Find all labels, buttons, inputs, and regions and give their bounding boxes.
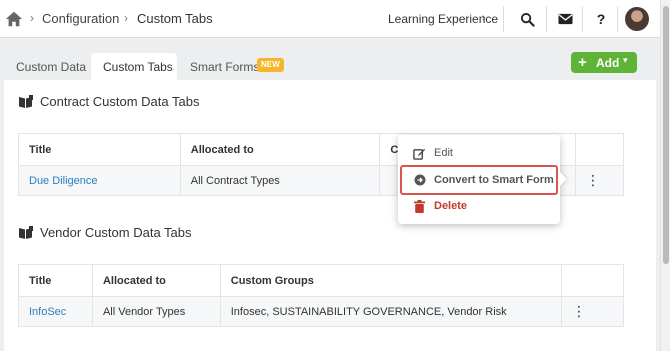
menu-item-delete[interactable]: Delete xyxy=(398,194,560,218)
tab-custom-tabs[interactable]: Custom Tabs xyxy=(91,53,177,80)
tab-title-link[interactable]: InfoSec xyxy=(29,306,66,318)
trash-icon xyxy=(413,199,426,213)
divider xyxy=(582,6,583,32)
add-button[interactable]: + Add ▾ xyxy=(571,52,637,73)
row-actions-kebab-icon[interactable]: ⋮ xyxy=(575,165,624,196)
menu-item-label: Edit xyxy=(434,147,453,159)
scrollbar[interactable] xyxy=(660,0,670,351)
search-icon[interactable] xyxy=(517,9,537,29)
tab-label: Custom Data xyxy=(16,60,87,74)
column-allocated-to: Allocated to xyxy=(91,264,221,297)
vendor-section-heading: Vendor Custom Data Tabs xyxy=(18,225,192,240)
scrollbar-thumb[interactable] xyxy=(663,6,669,264)
breadcrumb-separator-icon: › xyxy=(124,11,128,25)
column-title: Title xyxy=(18,133,181,166)
caret-down-icon: ▾ xyxy=(623,55,628,65)
add-button-label: Add xyxy=(596,56,620,70)
page-title: Custom Tabs xyxy=(137,11,213,26)
breadcrumb-separator-icon: › xyxy=(30,11,34,25)
book-icon xyxy=(19,225,33,239)
row-actions-kebab-icon[interactable]: ⋮ xyxy=(561,296,624,327)
column-title: Title xyxy=(18,264,93,297)
menu-item-edit[interactable]: Edit xyxy=(398,141,560,165)
avatar[interactable] xyxy=(625,7,649,31)
home-icon[interactable] xyxy=(5,10,23,28)
edit-icon xyxy=(413,147,426,160)
divider xyxy=(617,6,618,32)
top-bar: › Configuration › Custom Tabs Learning E… xyxy=(0,0,660,38)
help-icon[interactable]: ? xyxy=(591,9,611,29)
table-row: InfoSec All Vendor Types Infosec, SUSTAI… xyxy=(18,296,624,327)
mail-icon[interactable] xyxy=(555,9,575,29)
tab-label: Custom Tabs xyxy=(103,60,173,74)
contract-section-title: Contract Custom Data Tabs xyxy=(40,94,200,109)
column-actions xyxy=(575,133,624,166)
menu-pointer xyxy=(560,172,567,186)
breadcrumb-configuration[interactable]: Configuration xyxy=(42,11,119,26)
chevron-right-icon: › xyxy=(482,12,486,24)
highlight-box xyxy=(400,165,558,195)
divider xyxy=(503,6,504,32)
vendor-section-title: Vendor Custom Data Tabs xyxy=(40,225,192,240)
tab-label: Smart Forms xyxy=(190,60,260,74)
allocated-cell: All Vendor Types xyxy=(91,296,221,327)
allocated-cell: All Contract Types xyxy=(179,165,381,196)
menu-item-label: Delete xyxy=(434,200,468,212)
groups-cell: Infosec, SUSTAINABILITY GOVERNANCE, Vend… xyxy=(219,296,563,327)
new-badge: NEW xyxy=(257,58,284,72)
column-allocated-to: Allocated to xyxy=(179,133,381,166)
plus-icon: + xyxy=(578,54,587,71)
column-actions xyxy=(561,264,624,297)
vendor-table: Title Allocated to Custom Groups InfoSec… xyxy=(18,264,624,327)
tab-title-link[interactable]: Due Diligence xyxy=(29,175,97,187)
tab-custom-data[interactable]: Custom Data xyxy=(4,53,90,80)
contract-section-heading: Contract Custom Data Tabs xyxy=(18,94,199,109)
book-icon xyxy=(19,94,33,108)
column-custom-groups: Custom Groups xyxy=(219,264,563,297)
table-header-row: Title Allocated to Custom Groups xyxy=(18,264,624,297)
divider xyxy=(546,6,547,32)
